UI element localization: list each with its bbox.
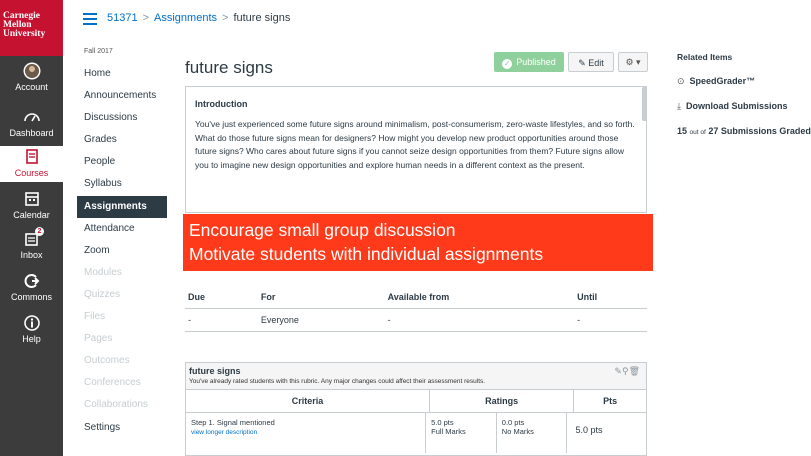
dates-table-header: Due For Available from Until — [185, 286, 647, 309]
published-button[interactable]: ✓ Published — [494, 52, 564, 72]
download-submissions-link[interactable]: ⤓ Download Submissions — [677, 101, 811, 112]
view-longer-description-link[interactable]: view longer description — [191, 429, 422, 436]
rubric-notice: You've already rated students with this … — [189, 378, 486, 385]
settings-menu-button[interactable]: ⚙ ▾ — [618, 52, 648, 72]
annotation-line-1: Encourage small group discussion — [189, 220, 456, 240]
course-nav-syllabus[interactable]: Syllabus — [77, 173, 167, 195]
criterion-name: Step 1. Signal mentioned — [191, 418, 275, 427]
dates-table: Due For Available from Until - Everyone … — [185, 286, 647, 332]
column-header-available-from: Available from — [387, 292, 450, 302]
description-text: You've just experienced some future sign… — [195, 119, 635, 170]
download-icon: ⤓ — [677, 101, 681, 111]
pencil-icon: ✎ — [578, 58, 586, 68]
help-icon — [23, 315, 40, 331]
course-nav-people[interactable]: People — [77, 151, 167, 173]
edit-button[interactable]: ✎ Edit — [568, 52, 614, 72]
until-value: - — [577, 315, 581, 325]
breadcrumb-separator: > — [142, 12, 150, 24]
available-from-value: - — [387, 315, 391, 325]
assignment-description: Introduction You've just experienced som… — [185, 86, 647, 213]
caret-down-icon: ▾ — [636, 57, 641, 67]
course-nav-files: Files — [84, 311, 106, 323]
description-scrollbar[interactable] — [642, 87, 647, 121]
course-nav-grades[interactable]: Grades — [77, 129, 167, 151]
rubric-column-headers: Criteria Ratings Pts — [186, 390, 646, 413]
course-nav-discussions[interactable]: Discussions — [77, 107, 167, 129]
inbox-unread-badge: 2 — [35, 227, 44, 236]
table-row: - Everyone - - — [185, 309, 647, 332]
global-nav-calendar[interactable]: Calendar — [0, 190, 63, 224]
course-term: Fall 2017 — [84, 48, 113, 55]
global-nav-commons[interactable]: Commons — [0, 272, 63, 306]
description-heading: Introduction — [195, 99, 248, 109]
breadcrumb-assignments-link[interactable]: Assignments — [154, 12, 217, 24]
dashboard-icon — [23, 113, 40, 122]
global-nav-dashboard[interactable]: Dashboard — [0, 108, 63, 142]
rating-no-marks: 0.0 pts No Marks — [497, 413, 568, 453]
column-header-ratings: Ratings — [430, 390, 575, 412]
criterion-points: 5.0 pts — [575, 425, 603, 435]
course-nav-conferences: Conferences — [84, 377, 141, 389]
trash-icon[interactable]: 🗑︎ — [629, 366, 640, 376]
breadcrumb: 51371 > Assignments > future signs — [107, 12, 290, 24]
rating-full-marks: 5.0 pts Full Marks — [426, 413, 497, 453]
edit-rubric-icon[interactable]: ✎ — [614, 366, 622, 376]
courses-icon — [25, 149, 38, 164]
global-nav-courses[interactable]: Courses — [0, 146, 63, 182]
hamburger-menu-icon[interactable] — [83, 13, 97, 25]
rubric: future signs You've already rated studen… — [185, 362, 647, 456]
due-value: - — [188, 315, 191, 325]
calendar-icon — [24, 192, 39, 206]
course-nav-announcements[interactable]: Announcements — [77, 85, 167, 107]
related-items-heading: Related Items — [677, 52, 733, 62]
global-nav-inbox[interactable]: 2 Inbox — [0, 227, 63, 264]
course-nav-pages: Pages — [84, 333, 113, 345]
global-nav-help[interactable]: Help — [0, 314, 63, 348]
breadcrumb-current: future signs — [233, 12, 291, 24]
criterion-cell: Step 1. Signal mentioned view longer des… — [186, 413, 427, 453]
related-items: Related Items ⊙ SpeedGrader™ ⤓ Download Su… — [677, 52, 811, 150]
speedgrader-link[interactable]: ⊙ SpeedGrader™ — [677, 76, 811, 87]
column-header-for: For — [260, 292, 276, 302]
breadcrumb-separator: > — [222, 12, 229, 24]
course-nav-home[interactable]: Home — [77, 63, 167, 85]
annotation-banner: Encourage small group discussion Motivat… — [183, 214, 653, 271]
checkmark-icon: ✓ — [502, 59, 513, 69]
rubric-title: future signs — [189, 366, 241, 376]
course-nav-outcomes: Outcomes — [84, 355, 130, 367]
search-icon[interactable]: ⚲ — [622, 366, 629, 376]
course-nav-quizzes: Quizzes — [84, 288, 121, 300]
graded-submissions-count: 15 out of 27 Submissions Graded — [677, 126, 811, 136]
global-nav-account[interactable]: Account — [0, 62, 63, 98]
course-nav-modules: Modules — [84, 266, 122, 278]
annotation-line-2: Motivate students with individual assign… — [189, 244, 544, 264]
speedgrader-icon: ⊙ — [677, 76, 685, 86]
breadcrumb-course-link[interactable]: 51371 — [107, 12, 138, 24]
course-nav: Fall 2017 Home Announcements Discussions… — [77, 48, 167, 439]
course-nav-attendance[interactable]: Attendance — [77, 218, 167, 240]
course-nav-settings[interactable]: Settings — [77, 417, 167, 439]
column-header-until: Until — [577, 292, 598, 302]
gear-icon: ⚙ — [625, 57, 634, 67]
column-header-pts: Pts — [603, 396, 618, 406]
commons-icon — [24, 274, 39, 288]
rubric-actions: ✎⚲🗑︎ — [614, 366, 640, 377]
rubric-header: future signs You've already rated studen… — [186, 363, 646, 390]
for-value: Everyone — [260, 315, 299, 325]
avatar-icon — [23, 62, 40, 80]
course-nav-collaborations: Collaborations — [84, 399, 148, 411]
column-header-due: Due — [188, 292, 206, 302]
course-nav-assignments[interactable]: Assignments — [77, 195, 167, 218]
university-logo[interactable]: Carnegie Mellon University — [0, 0, 63, 56]
column-header-criteria: Criteria — [186, 390, 430, 412]
global-nav: Carnegie Mellon University Account Dashb… — [0, 0, 63, 456]
top-bar: 51371 > Assignments > future signs — [63, 0, 811, 38]
table-row: Step 1. Signal mentioned view longer des… — [186, 413, 646, 453]
course-nav-zoom[interactable]: Zoom — [77, 240, 167, 262]
page-title: future signs — [185, 58, 273, 77]
